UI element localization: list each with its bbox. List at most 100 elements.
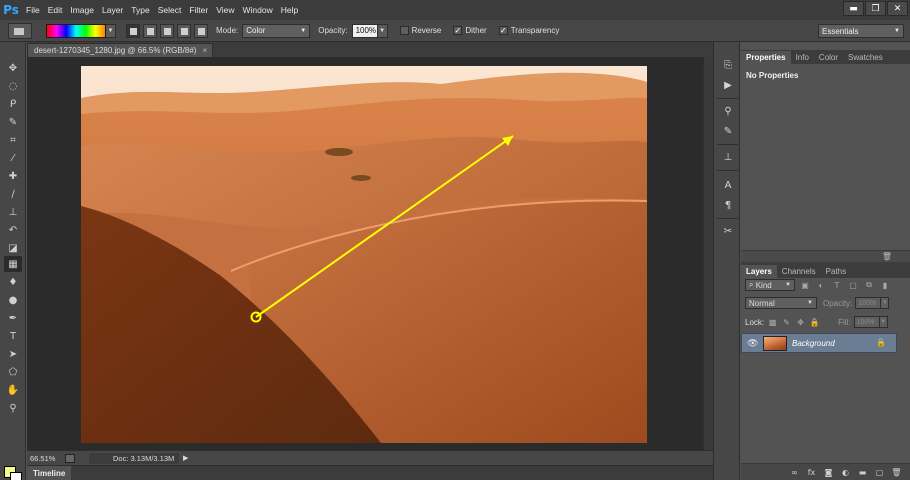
tab-paths[interactable]: Paths — [821, 265, 851, 278]
character-panel-icon[interactable]: A — [721, 178, 735, 192]
lock-all-icon[interactable]: 🔒 — [809, 317, 820, 328]
timeline-tab[interactable]: Timeline — [27, 466, 72, 480]
layer-style-icon[interactable]: fx — [806, 467, 817, 478]
workspace-select[interactable]: Essentials ▼ — [818, 24, 904, 38]
actions-panel-icon[interactable]: ▶ — [721, 78, 735, 92]
lock-transparent-icon[interactable]: ▩ — [767, 317, 778, 328]
type-filter-icon[interactable]: T — [831, 279, 843, 291]
radial-gradient-button[interactable] — [143, 23, 157, 38]
menu-help[interactable]: Help — [277, 5, 302, 15]
tab-swatches[interactable]: Swatches — [843, 51, 888, 64]
menu-select[interactable]: Select — [154, 5, 186, 15]
move-icon[interactable]: ✥ — [4, 60, 22, 76]
tool-preset-picker[interactable] — [8, 22, 32, 39]
blur-icon[interactable]: ♦ — [4, 274, 22, 290]
blend-mode-select[interactable]: Normal ▼ — [745, 297, 817, 309]
gradient-editor-swatch[interactable] — [46, 23, 106, 38]
filter-toggle-icon[interactable]: ▮ — [879, 279, 891, 291]
crop-icon[interactable]: ⌗ — [4, 132, 22, 148]
brush-panel-icon[interactable]: ✎ — [721, 124, 735, 138]
reverse-checkbox[interactable] — [399, 26, 409, 35]
mode-select[interactable]: Color ▼ — [242, 23, 311, 38]
zoom-level[interactable]: 66.51% — [27, 454, 65, 463]
layer-opacity-arrow[interactable]: ▼ — [881, 297, 890, 309]
dither-option[interactable]: ✓ Dither — [453, 26, 487, 35]
menu-view[interactable]: View — [212, 5, 238, 15]
new-group-icon[interactable]: ▬ — [857, 467, 868, 478]
menu-file[interactable]: File — [22, 5, 44, 15]
pen-icon[interactable]: ✒ — [4, 310, 22, 326]
clone-stamp-icon[interactable]: ⊥ — [4, 204, 22, 220]
shape-icon[interactable]: ⬠ — [4, 364, 22, 380]
eyedropper-icon[interactable]: ⁄ — [4, 150, 22, 166]
gradient-picker-arrow[interactable]: ▼ — [106, 23, 116, 38]
tab-channels[interactable]: Channels — [777, 265, 821, 278]
menu-image[interactable]: Image — [66, 5, 98, 15]
menu-type[interactable]: Type — [127, 5, 153, 15]
dodge-icon[interactable]: ● — [4, 292, 22, 308]
lasso-icon[interactable]: ᑭ — [4, 96, 22, 112]
eye-icon[interactable]: 👁 — [747, 339, 758, 349]
eraser-icon[interactable]: ◪ — [4, 240, 22, 256]
menu-layer[interactable]: Layer — [98, 5, 127, 15]
tab-color[interactable]: Color — [814, 51, 843, 64]
new-layer-icon[interactable]: ▢ — [874, 467, 885, 478]
gradient-icon[interactable]: ▦ — [4, 256, 22, 272]
close-icon[interactable]: × — [202, 46, 207, 55]
tab-layers[interactable]: Layers — [741, 265, 777, 278]
layer-opacity-input[interactable]: 100% — [855, 297, 882, 309]
menu-filter[interactable]: Filter — [185, 5, 212, 15]
minimize-button[interactable]: ▬ — [843, 1, 864, 16]
adjustment-filter-icon[interactable]: ◐ — [815, 279, 827, 291]
hand-icon[interactable]: ✋ — [4, 382, 22, 398]
opacity-arrow[interactable]: ▼ — [377, 23, 388, 38]
close-button[interactable]: ✕ — [887, 1, 908, 16]
angle-gradient-button[interactable] — [160, 23, 174, 38]
smart-object-filter-icon[interactable]: ⧉ — [863, 279, 875, 291]
link-layers-icon[interactable]: ∞ — [789, 467, 800, 478]
layer-filter-select[interactable]: ⌕ Kind ▼ — [745, 279, 795, 291]
zoom-icon[interactable]: ⚲ — [4, 400, 22, 416]
path-select-icon[interactable]: ➤ — [4, 346, 22, 362]
document-tab[interactable]: desert-1270345_1280.jpg @ 66.5% (RGB/8#)… — [27, 43, 213, 57]
reflected-gradient-button[interactable] — [177, 23, 191, 38]
paragraph-panel-icon[interactable]: ¶ — [721, 198, 735, 212]
tool-presets-panel-icon[interactable]: ✂ — [721, 224, 735, 238]
healing-icon[interactable]: ✚ — [4, 168, 22, 184]
layer-mask-icon[interactable]: ◙ — [823, 467, 834, 478]
brush-icon[interactable]: ∕ — [4, 186, 22, 202]
type-icon[interactable]: T — [4, 328, 22, 344]
layer-item[interactable]: 👁 Background 🔒 — [741, 333, 897, 353]
pixel-filter-icon[interactable]: ▣ — [799, 279, 811, 291]
background-color-swatch[interactable] — [10, 472, 22, 480]
history-panel-icon[interactable]: ⎘ — [721, 58, 735, 72]
canvas-scrollbar[interactable] — [703, 57, 713, 450]
menu-window[interactable]: Window — [238, 5, 276, 15]
history-brush-icon[interactable]: ↶ — [4, 222, 22, 238]
reverse-option[interactable]: Reverse — [399, 26, 441, 35]
transparency-option[interactable]: ✓ Transparency — [498, 26, 559, 35]
linear-gradient-button[interactable] — [126, 23, 140, 38]
layer-name[interactable]: Background — [792, 339, 835, 348]
trash-icon[interactable]: 🗑 — [882, 252, 892, 261]
restore-button[interactable]: ❐ — [865, 1, 886, 16]
lock-position-icon[interactable]: ✥ — [795, 317, 806, 328]
status-icon[interactable] — [65, 453, 75, 463]
fill-arrow[interactable]: ▼ — [879, 316, 888, 328]
marquee-icon[interactable]: ◌ — [4, 78, 22, 94]
quick-select-icon[interactable]: ✎ — [4, 114, 22, 130]
shape-filter-icon[interactable]: ▢ — [847, 279, 859, 291]
clone-source-panel-icon[interactable]: ⊥ — [721, 150, 735, 164]
delete-layer-icon[interactable]: 🗑 — [891, 467, 902, 478]
transparency-checkbox[interactable]: ✓ — [498, 26, 508, 35]
document-image[interactable] — [81, 66, 647, 443]
tab-properties[interactable]: Properties — [741, 51, 791, 64]
opacity-input[interactable]: 100% — [351, 23, 378, 38]
status-menu-arrow[interactable]: ▶ — [183, 454, 188, 462]
adjustment-layer-icon[interactable]: ◐ — [840, 467, 851, 478]
menu-edit[interactable]: Edit — [44, 5, 67, 15]
dither-checkbox[interactable]: ✓ — [453, 26, 463, 35]
adjustments-panel-icon[interactable]: ⚲ — [721, 104, 735, 118]
diamond-gradient-button[interactable] — [194, 23, 208, 38]
lock-image-icon[interactable]: ✎ — [781, 317, 792, 328]
